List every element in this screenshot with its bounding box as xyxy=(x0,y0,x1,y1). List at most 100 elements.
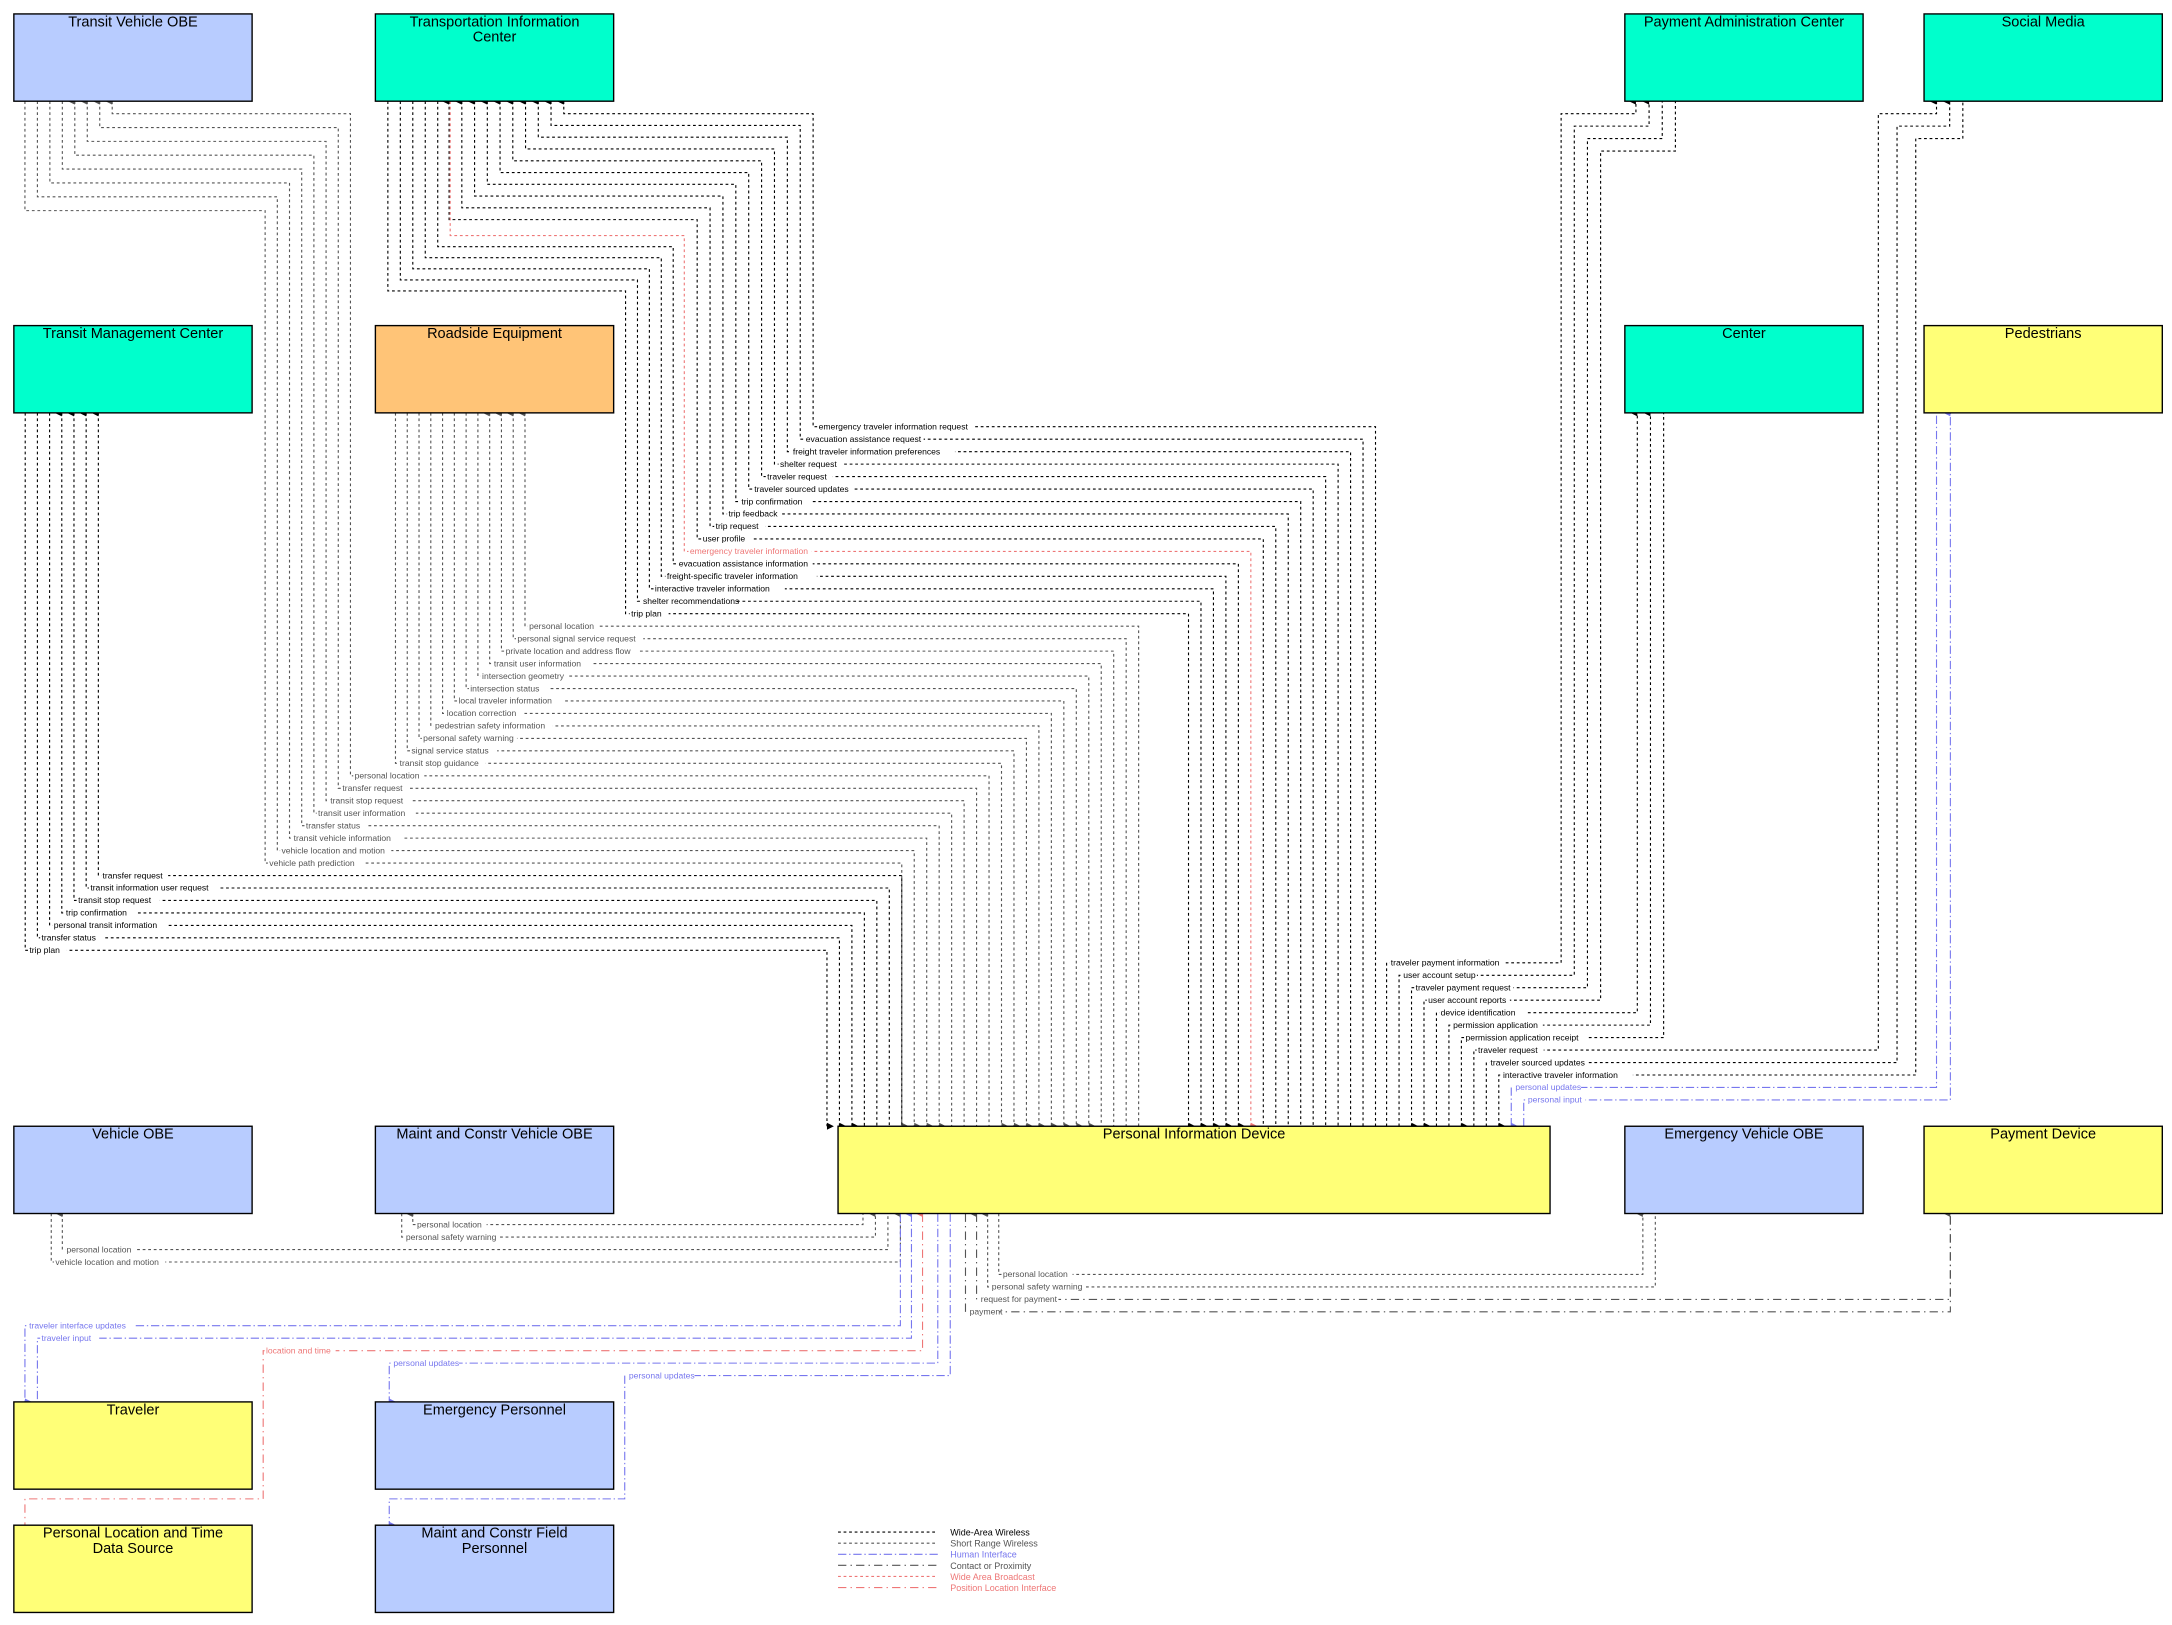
flow-label: shelter request xyxy=(780,459,837,469)
flow-line xyxy=(442,412,1059,1130)
flow-label: trip request xyxy=(716,521,760,531)
flow-traveler-sourced-updates: traveler sourced updates xyxy=(1485,97,1951,1127)
flow-line xyxy=(387,101,1196,1130)
entity-traveler[interactable]: Traveler xyxy=(13,1401,253,1490)
flow-personal-signal-service-request: personal signal service request xyxy=(506,409,1127,1127)
flow-label: personal safety warning xyxy=(992,1282,1083,1292)
entity-label: Vehicle OBE xyxy=(92,1127,174,1143)
flow-label: freight traveler information preferences xyxy=(793,446,940,456)
flow-label: interactive traveler information xyxy=(655,584,770,594)
flow-label: user account reports xyxy=(1428,995,1506,1005)
flow-line xyxy=(54,409,865,1127)
flow-label: device identification xyxy=(1441,1007,1516,1017)
flow-trip-plan: trip plan xyxy=(387,101,1196,1130)
flow-label: vehicle path prediction xyxy=(269,858,355,868)
entity-roadside-equipment[interactable]: Roadside Equipment xyxy=(374,324,615,414)
flow-label: evacuation assistance request xyxy=(806,434,922,444)
flow-label: personal location xyxy=(529,621,594,631)
flow-transit-stop-request: transit stop request xyxy=(80,97,965,1127)
flow-line xyxy=(467,97,1289,1127)
flow-line xyxy=(394,412,1009,1130)
entity-label: Roadside Equipment xyxy=(427,326,562,342)
flow-personal-location: personal location xyxy=(998,1210,1644,1281)
entity-pedestrians[interactable]: Pedestrians xyxy=(1923,324,2163,414)
entity-transit-vehicle-obe[interactable]: Transit Vehicle OBE xyxy=(13,13,253,102)
legend-label: Contact or Proximity xyxy=(950,1561,1032,1571)
flow-line xyxy=(24,101,909,1130)
entity-label: Emergency Personnel xyxy=(423,1402,566,1418)
entity-emergency-personnel[interactable]: Emergency Personnel xyxy=(374,1401,615,1490)
flow-label: vehicle location and motion xyxy=(55,1257,159,1267)
entity-vehicle-obe[interactable]: Vehicle OBE xyxy=(13,1125,253,1215)
entity-label: Transit Vehicle OBE xyxy=(68,14,198,30)
flow-label: shelter recommendations xyxy=(643,596,739,606)
flow-label: traveler interface updates xyxy=(29,1320,126,1330)
flow-label: traveler sourced updates xyxy=(1490,1057,1584,1067)
flow-label: transit information user request xyxy=(90,883,209,893)
flow-personal-location: personal location xyxy=(518,409,1140,1127)
entity-label: Social Media xyxy=(2002,14,2086,30)
legend-label: Short Range Wireless xyxy=(950,1539,1038,1549)
flow-private-location-and-address-flow: private location and address flow xyxy=(494,409,1115,1127)
flow-line xyxy=(1485,97,1951,1127)
flow-label: transit stop guidance xyxy=(400,758,479,768)
flow-label: personal updates xyxy=(1515,1082,1581,1092)
flow-line xyxy=(998,1210,1644,1276)
flow-label: location and time xyxy=(266,1345,331,1355)
entity-label: Personal Information Device xyxy=(1103,1127,1286,1143)
entity-social-media[interactable]: Social Media xyxy=(1923,13,2163,102)
entity-label: Personnel xyxy=(462,1541,527,1557)
flow-label: interactive traveler information xyxy=(1503,1070,1618,1080)
legend-item-contact-or-proximity: Contact or Proximity xyxy=(838,1561,1032,1571)
entity-label: Maint and Constr Field xyxy=(421,1526,567,1542)
flow-label: transit stop request xyxy=(330,795,404,805)
flow-emergency-traveler-information: emergency traveler information xyxy=(449,101,1258,1130)
flow-line xyxy=(67,409,878,1127)
flow-line xyxy=(494,409,1115,1127)
flow-line xyxy=(482,409,1102,1127)
entity-transportation-information-center[interactable]: Transportation InformationCenter xyxy=(374,13,615,102)
flow-label: personal safety warning xyxy=(423,733,514,743)
flow-label: request for payment xyxy=(981,1294,1058,1304)
flow-label: traveler request xyxy=(1478,1045,1538,1055)
flow-label: transit user information xyxy=(318,808,405,818)
entity-maint-and-constr-field-personnel[interactable]: Maint and Constr FieldPersonnel xyxy=(374,1524,615,1614)
legend-label: Wide Area Broadcast xyxy=(950,1572,1035,1582)
flow-label: traveler payment request xyxy=(1416,982,1511,992)
flow-label: transit user information xyxy=(494,658,581,668)
legend-label: Human Interface xyxy=(950,1550,1017,1560)
entity-label: Data Source xyxy=(93,1541,174,1557)
entity-personal-location-and-time-data-source[interactable]: Personal Location and TimeData Source xyxy=(13,1524,253,1614)
flow-line xyxy=(91,409,903,1127)
flow-intersection-geometry: intersection geometry xyxy=(477,412,1096,1130)
flow-transfer-status: transfer status xyxy=(36,412,847,1130)
legend-item-human-interface: Human Interface xyxy=(838,1550,1017,1560)
entity-personal-information-device[interactable]: Personal Information Device xyxy=(837,1125,1551,1215)
flow-label: personal location xyxy=(66,1244,131,1254)
entity-label: Traveler xyxy=(107,1402,160,1418)
flow-label: trip plan xyxy=(631,608,662,618)
flow-label: personal transit information xyxy=(54,920,158,930)
entity-center[interactable]: Center xyxy=(1624,324,1864,414)
flow-label: intersection geometry xyxy=(482,671,565,681)
entity-label: Center xyxy=(1722,326,1766,342)
legend-item-wide-area-broadcast: Wide Area Broadcast xyxy=(838,1572,1035,1582)
entity-transit-management-center[interactable]: Transit Management Center xyxy=(13,324,253,414)
flow-line xyxy=(418,412,1034,1130)
flow-label: permission application receipt xyxy=(1466,1032,1580,1042)
entity-emergency-vehicle-obe[interactable]: Emergency Vehicle OBE xyxy=(1624,1125,1864,1215)
entity-maint-and-constr-vehicle-obe[interactable]: Maint and Constr Vehicle OBE xyxy=(374,1125,615,1215)
flow-line xyxy=(1510,412,1938,1130)
flow-payment: payment xyxy=(964,1210,1951,1318)
flow-line xyxy=(80,97,965,1127)
flow-label: transfer status xyxy=(42,933,96,943)
flow-trip-plan: trip plan xyxy=(24,412,834,1130)
entity-payment-device[interactable]: Payment Device xyxy=(1923,1125,2163,1215)
flow-request-for-payment: request for payment xyxy=(969,1210,1951,1305)
flow-transit-stop-request: transit stop request xyxy=(67,409,878,1127)
flow-label: transfer request xyxy=(103,870,164,880)
entity-payment-administration-center[interactable]: Payment Administration Center xyxy=(1624,13,1864,102)
legend: Wide-Area WirelessShort Range WirelessHu… xyxy=(838,1528,1056,1593)
flow-line xyxy=(79,409,890,1127)
flow-personal-transit-information: personal transit information xyxy=(49,412,859,1130)
